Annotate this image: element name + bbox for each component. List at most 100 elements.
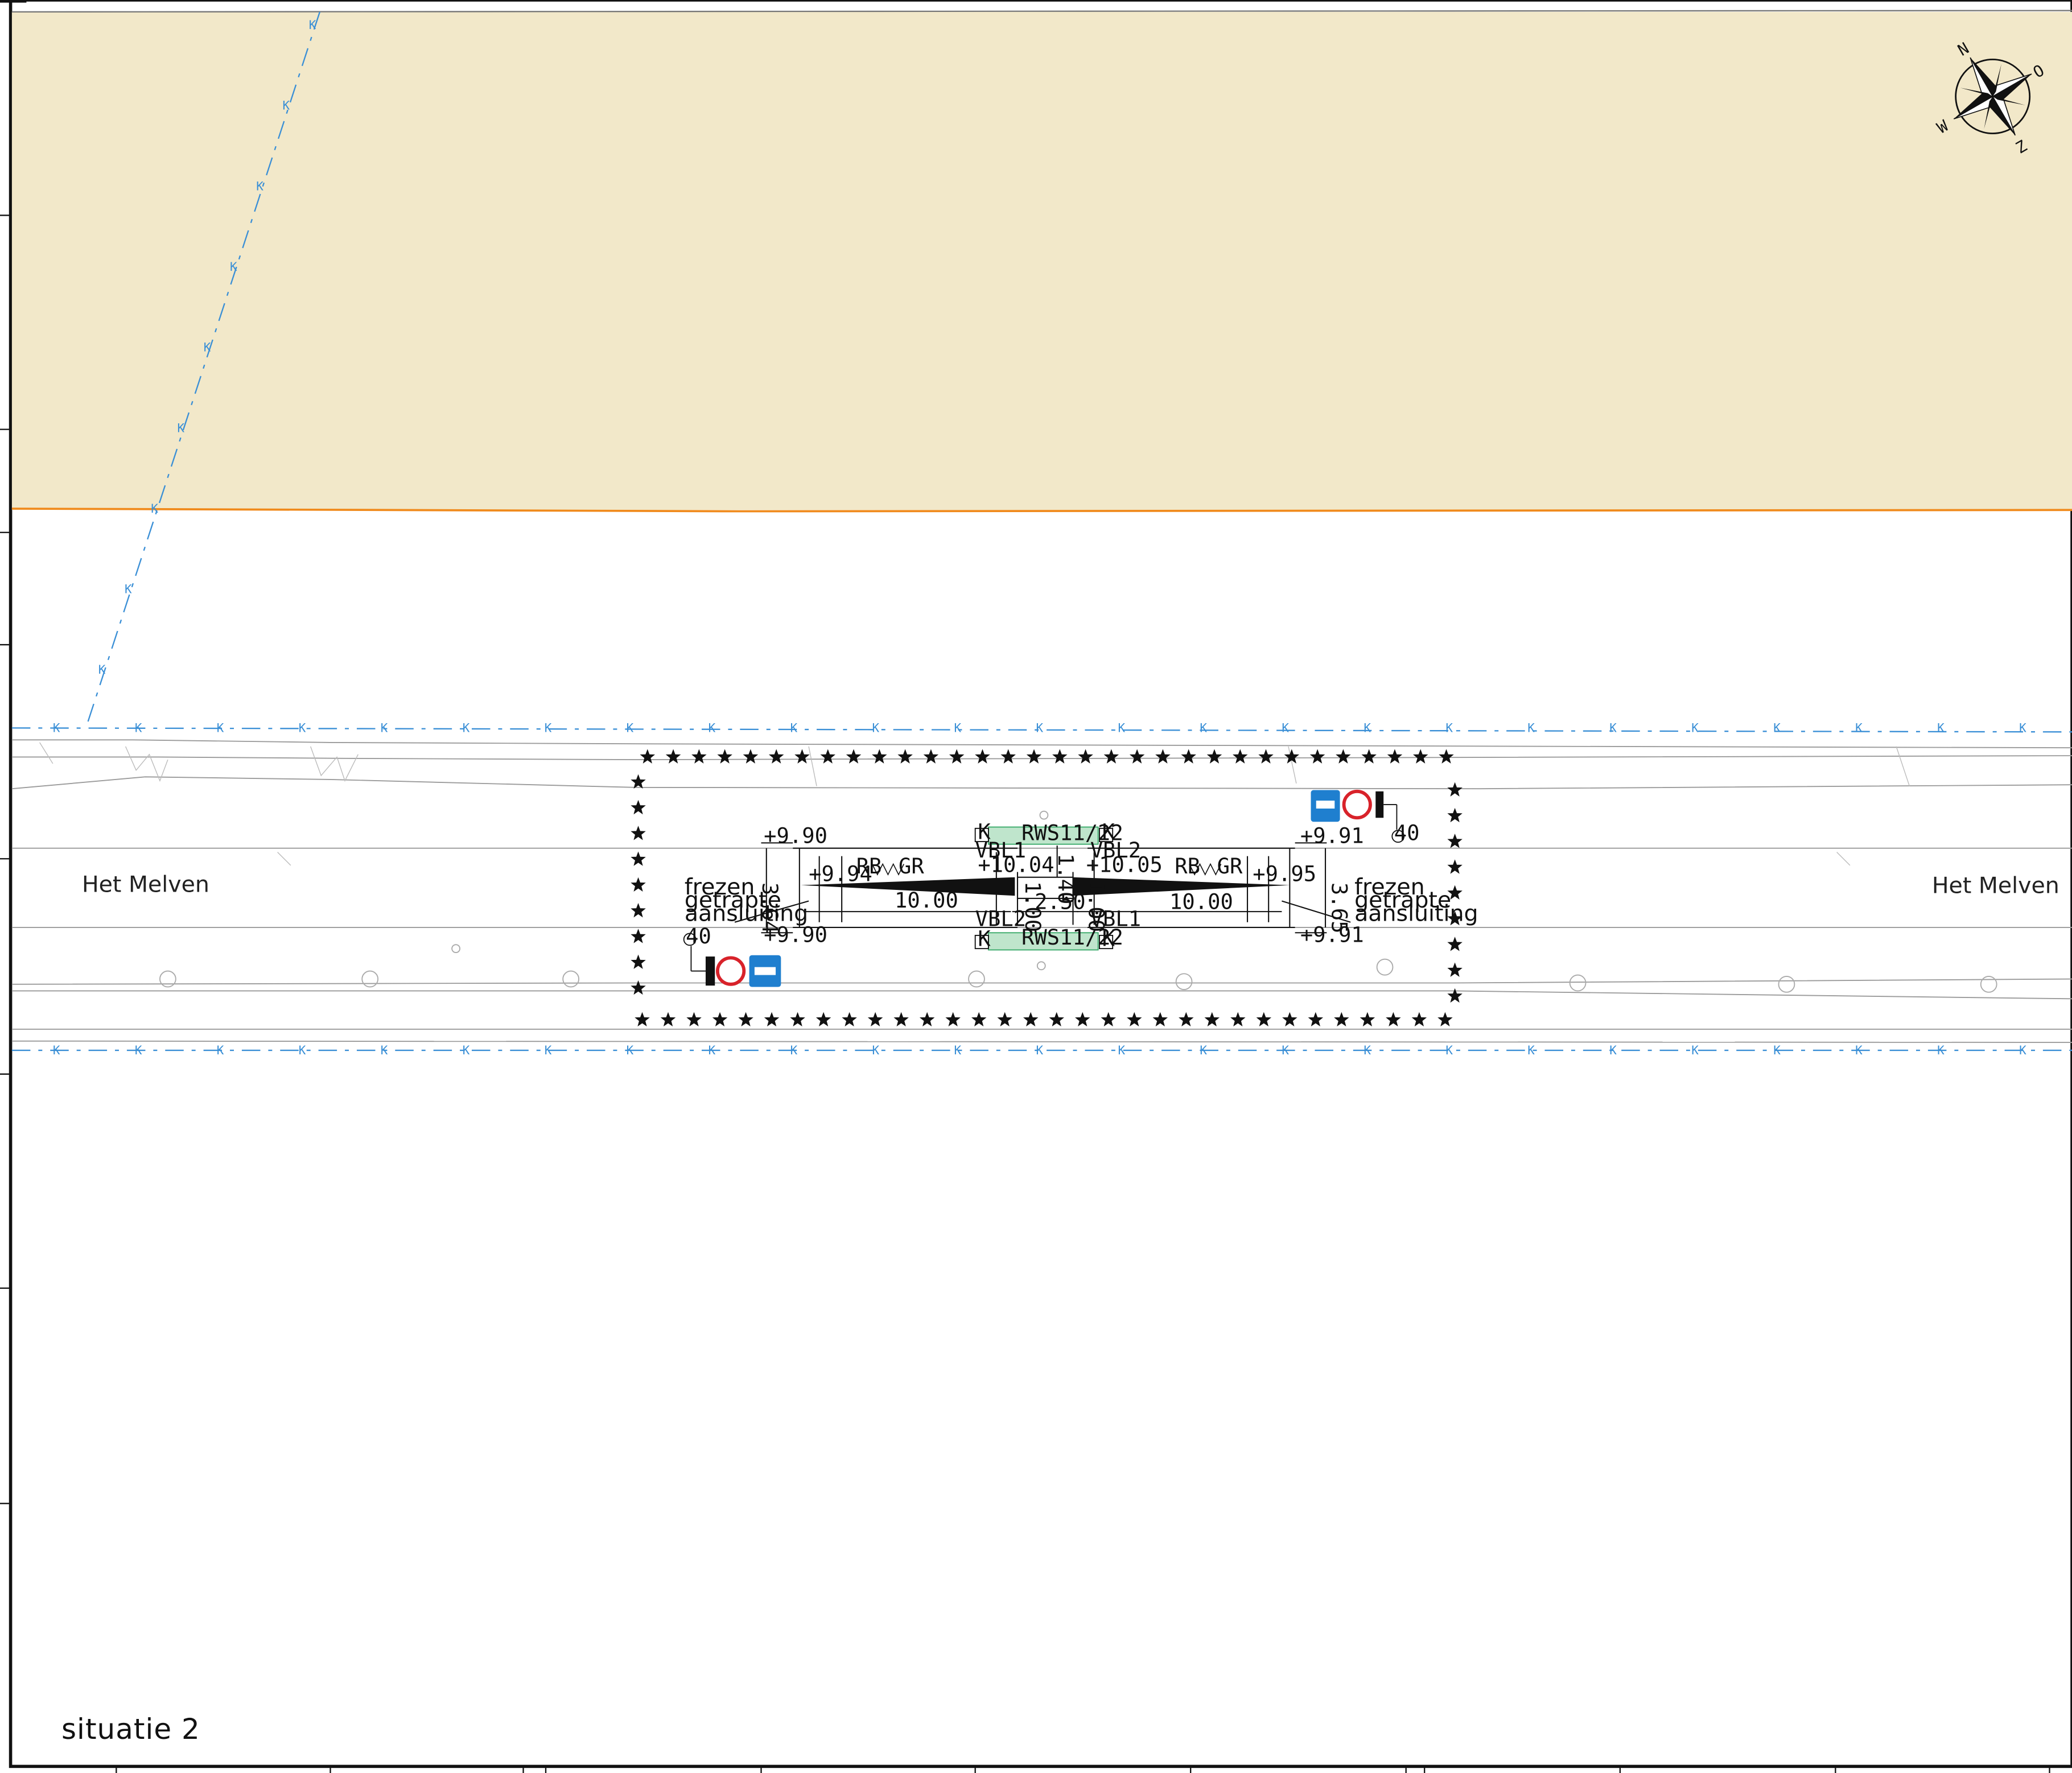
cable-k-label: K — [708, 721, 716, 735]
cable-k-label: K — [98, 663, 106, 677]
fence-star — [1155, 749, 1171, 764]
fence-star — [635, 1012, 650, 1026]
fence-star — [631, 929, 646, 943]
cable-k-label: K — [1855, 1044, 1863, 1057]
cable-k-label: K — [545, 1044, 552, 1057]
left-length: 10.00 — [895, 888, 958, 913]
fence-star — [1075, 1012, 1090, 1026]
cable-k-label: K — [178, 421, 185, 435]
vbl-bottom-left: VBL2 — [975, 907, 1026, 931]
fence-star — [1103, 749, 1119, 764]
fence-star — [631, 954, 646, 969]
fence-star — [1282, 1012, 1297, 1026]
fence-star — [945, 1012, 961, 1026]
fence-star — [1447, 782, 1463, 797]
fence-star — [665, 749, 681, 764]
fence-star — [1204, 1012, 1220, 1026]
cable-k-label: K — [283, 99, 290, 113]
fence-star — [660, 1012, 676, 1026]
fence-star — [949, 749, 965, 764]
cable-k-label: K — [1200, 1044, 1207, 1057]
cable-k-label: K — [1036, 721, 1044, 735]
fence-star — [1447, 937, 1463, 951]
cable-k-label: K — [545, 721, 552, 735]
cable-k-label: K — [463, 1044, 470, 1057]
fence-star — [712, 1012, 728, 1026]
fence-star — [872, 749, 887, 764]
cable-k-label: K — [790, 1044, 798, 1057]
situation-drawing: K K K K K K K K K K K K K K K K K K K K K K K K K K K K K K K K K K K K K K K K… — [0, 0, 2072, 1773]
cable-k-label: K — [1609, 1044, 1617, 1057]
fence-star — [640, 749, 656, 764]
cable-k-label: K — [53, 1044, 60, 1057]
fence-star — [1129, 749, 1145, 764]
fence-star — [631, 877, 646, 892]
right-length: 10.00 — [1169, 889, 1233, 914]
cable-k-label: K — [1036, 1044, 1044, 1057]
cable-k-label: K — [204, 341, 211, 354]
fence-star — [686, 1012, 702, 1026]
fence-star — [631, 799, 646, 815]
fence-star — [743, 749, 759, 764]
left-lane-rb: RB — [856, 854, 882, 879]
fence-star — [790, 1012, 805, 1026]
cable-k-label: K — [954, 721, 962, 735]
cable-k-label: K — [256, 179, 263, 193]
cable-k-label: K — [299, 1044, 306, 1057]
fence-star — [738, 1012, 753, 1026]
cable-k-label: K — [463, 721, 470, 735]
fence-star — [1308, 1012, 1324, 1026]
fence-star — [1447, 962, 1463, 977]
fence-star — [717, 749, 732, 764]
sign-number-top: 40 — [1394, 821, 1420, 846]
cable-k-label: K — [1445, 721, 1453, 735]
fence-star — [1152, 1012, 1168, 1026]
fence-star — [1179, 1012, 1194, 1026]
sign-number-bottom: 40 — [686, 924, 711, 949]
center-height-top: 1.40 — [1053, 853, 1078, 904]
cable-k-label: K — [2019, 1044, 2026, 1057]
fence-star — [842, 1012, 857, 1026]
fence-star — [923, 749, 939, 764]
cable-k-label: K — [2019, 721, 2026, 735]
fence-star — [794, 749, 810, 764]
right-lane-gr: GR — [1217, 854, 1243, 879]
cable-k-label: K — [1527, 1044, 1535, 1057]
road-name-right: Het Melven — [1932, 873, 2059, 899]
fence-star — [768, 749, 784, 764]
cable-k-label: K — [381, 1044, 388, 1057]
left-level-top: +9.90 — [764, 823, 827, 848]
fence-star — [1360, 1012, 1375, 1026]
cable-k-label: K — [381, 721, 388, 735]
fence-star — [764, 1012, 780, 1026]
fence-star — [631, 851, 646, 866]
cable-k-label: K — [1364, 721, 1371, 735]
fence-star — [1412, 749, 1428, 764]
fence-star — [846, 749, 862, 764]
cable-k-label: K — [299, 721, 306, 735]
cable-k-label: K — [1773, 1044, 1781, 1057]
cable-k-label: K — [1364, 1044, 1371, 1057]
fence-star — [1387, 749, 1403, 764]
cable-k-label: K — [1773, 721, 1781, 735]
fence-star — [1078, 749, 1093, 764]
fence-star — [631, 774, 646, 789]
cable-k-label: K — [151, 502, 158, 516]
cable-k-label: K — [1282, 721, 1289, 735]
left-note-3: aansluiting — [685, 900, 808, 926]
fence-star — [1256, 1012, 1272, 1026]
right-lane-rb: RB — [1175, 854, 1200, 879]
cable-k-label: K — [1118, 1044, 1125, 1057]
fence-star — [1411, 1012, 1427, 1026]
cable-k-label: K — [1445, 1044, 1453, 1057]
cable-k-label: K — [1937, 1044, 1945, 1057]
cable-k-label: K — [1937, 721, 1945, 735]
field-area — [11, 11, 2072, 510]
right-width: 3.65 — [1327, 883, 1352, 933]
center-height-right: 1.00 — [1084, 881, 1108, 932]
cable-k-label: K — [627, 1044, 634, 1057]
road-name-left: Het Melven — [82, 871, 209, 897]
cable-k-label: K — [790, 721, 798, 735]
fence-star — [1230, 1012, 1246, 1026]
warning-light-icon — [1375, 791, 1384, 818]
